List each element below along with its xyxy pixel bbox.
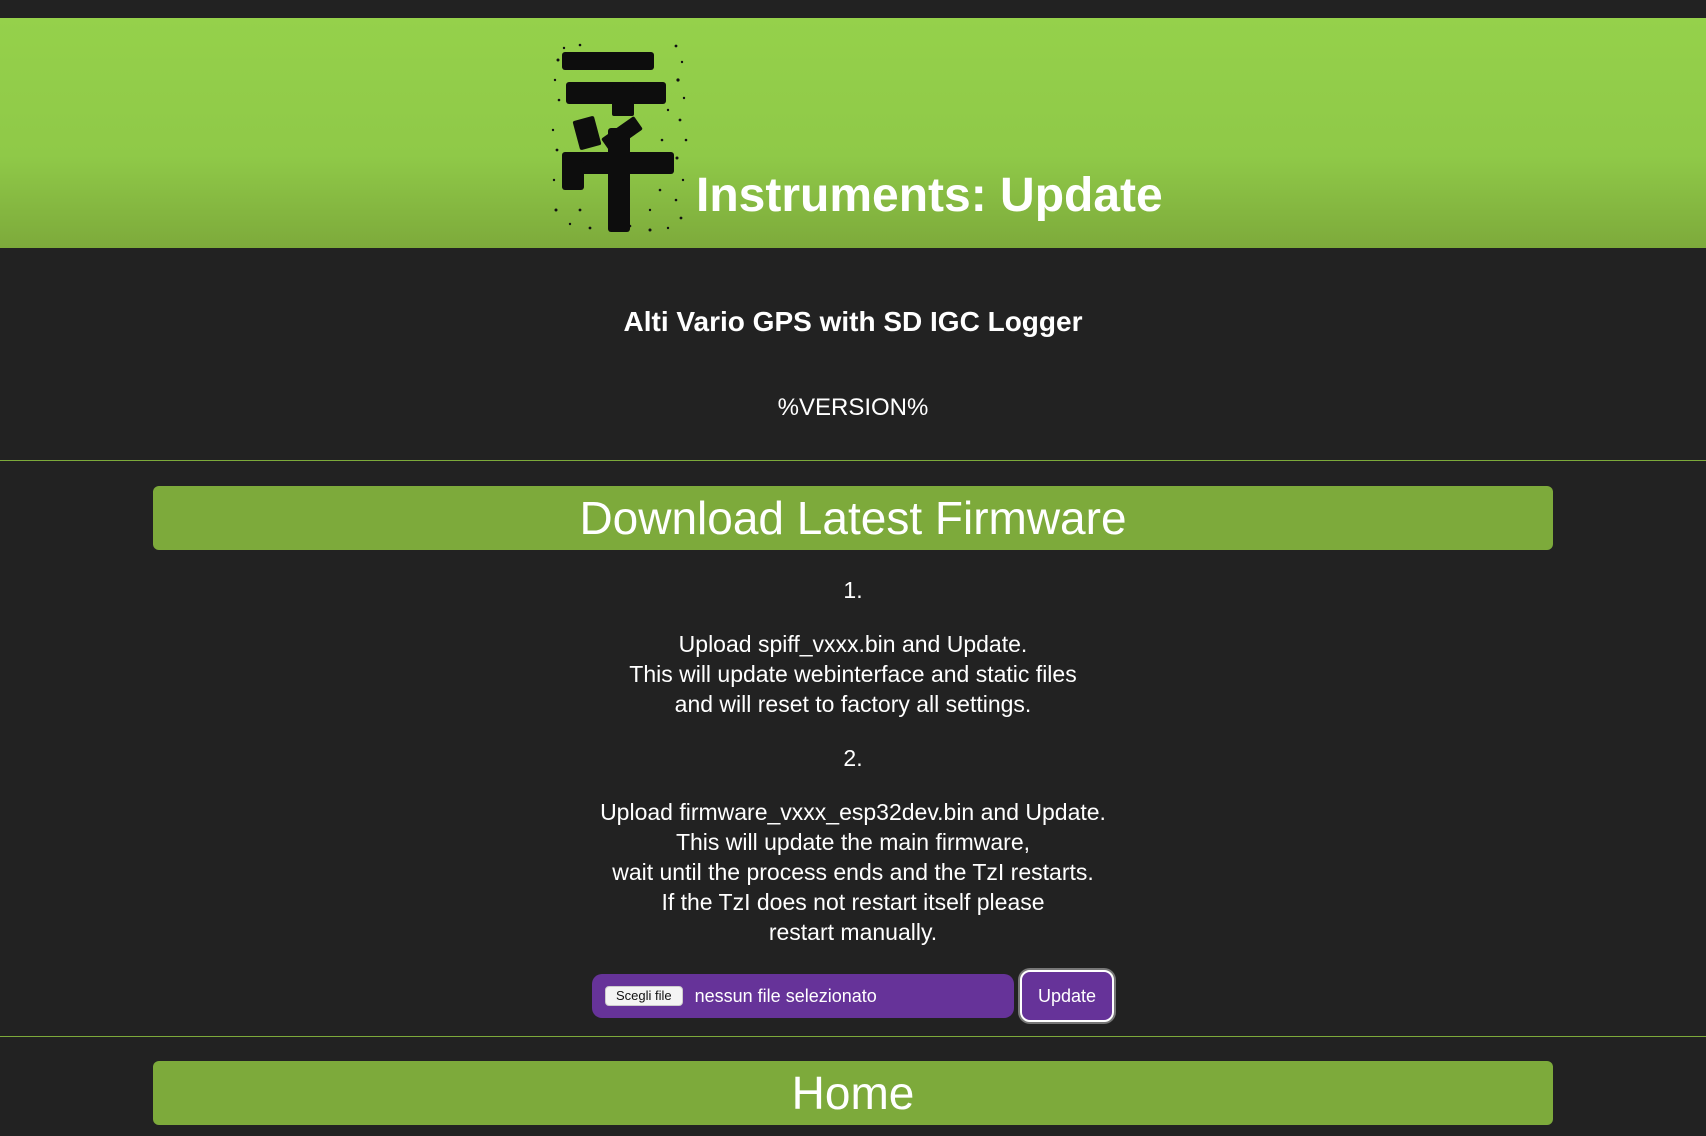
divider [0,1036,1706,1037]
step1-instructions: Upload spiff_vxxx.bin and Update. This w… [0,629,1706,719]
step1-line: This will update webinterface and static… [629,661,1077,687]
update-button[interactable]: Update [1020,970,1114,1022]
divider [0,460,1706,461]
top-strip [0,0,1706,18]
file-status-text: nessun file selezionato [694,985,877,1006]
header: Instruments: Update [0,18,1706,248]
device-name: Alti Vario GPS with SD IGC Logger [623,306,1083,337]
version-text: %VERSION% [777,394,929,421]
file-input[interactable]: Scegli file nessun file selezionato [592,974,1014,1018]
step2-line: If the TzI does not restart itself pleas… [661,889,1045,915]
firmware-section-header: Download Latest Firmware [153,486,1553,550]
step1-line: Upload spiff_vxxx.bin and Update. [678,631,1028,657]
step2-instructions: Upload firmware_vxxx_esp32dev.bin and Up… [0,797,1706,947]
home-link[interactable]: Home [153,1061,1553,1125]
step1-number: 1. [843,577,863,603]
choose-file-button[interactable]: Scegli file [605,986,683,1006]
step2-line: wait until the process ends and the TzI … [612,859,1094,885]
tzi-logo-icon [551,43,688,232]
step1-line: and will reset to factory all settings. [674,691,1032,717]
step2-line: restart manually. [768,919,938,945]
step2-line: This will update the main firmware, [675,829,1031,855]
page-title: Instruments: Update [696,169,1163,222]
step2-line: Upload firmware_vxxx_esp32dev.bin and Up… [600,799,1106,825]
step2-number: 2. [843,745,863,771]
